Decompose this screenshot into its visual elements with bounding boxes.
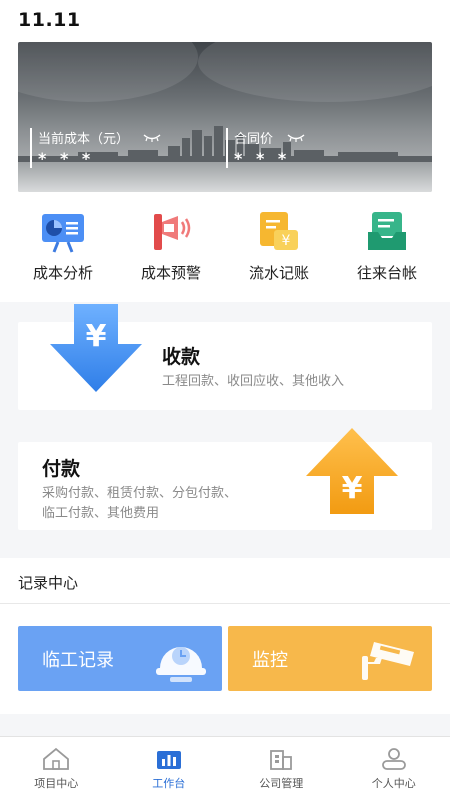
chart-board-icon [42,214,84,253]
yen-symbol: ¥ [86,319,107,354]
shortcut-label: 成本预警 [140,264,201,282]
tab-project-center[interactable]: 项目中心 [0,737,113,800]
shortcut-cost-warning[interactable]: 成本预警 [117,210,225,283]
monitor-tile[interactable]: 监控 [228,626,432,691]
bar-chart-icon [156,751,181,769]
tab-label: 个人中心 [371,777,416,790]
status-bar: 11.11 [0,0,450,40]
shortcut-label: 往来台帐 [356,264,417,282]
shortcut-label: 流水记账 [248,264,309,282]
temp-worker-records-label: 临工记录 [42,649,114,671]
status-time: 11.11 [18,9,81,31]
eye-closed-icon[interactable] [143,133,161,142]
tab-label: 工作台 [152,777,186,790]
current-cost-value: * * * [38,149,95,168]
records-section: 临工记录 监控 [0,604,450,714]
project-banner: 当前成本（元） * * * 合同价 * * * [18,42,432,192]
pay-desc-line2: 临工付款、其他费用 [42,506,160,521]
up-arrow-icon: ¥ [306,428,398,514]
home-icon [43,747,70,770]
receive-title: 收款 [162,346,201,368]
pay-title: 付款 [42,458,81,480]
megaphone-icon [154,214,191,250]
tab-company-management[interactable]: 公司管理 [225,737,338,800]
shortcut-journal[interactable]: ¥ 流水记账 [225,210,333,283]
shortcut-label: 成本分析 [32,264,93,282]
tab-personal-center[interactable]: 个人中心 [338,737,450,800]
pay-card[interactable]: 付款 采购付款、租赁付款、分包付款、 临工付款、其他费用 ¥ [18,428,432,530]
tab-label: 公司管理 [259,777,304,790]
receive-desc: 工程回款、收回应收、其他收入 [162,374,345,389]
building-icon [270,750,293,770]
tab-workbench[interactable]: 工作台 [113,737,226,800]
user-icon [381,748,406,770]
monitor-label: 监控 [252,649,288,671]
pay-desc-line1: 采购付款、租赁付款、分包付款、 [42,486,238,501]
bottom-tab-bar: 项目中心 工作台 公司管理 个人中心 [0,736,450,800]
hard-hat-icon [156,647,206,682]
down-arrow-icon: ¥ [50,304,142,392]
inbox-icon [368,212,406,250]
receive-card[interactable]: ¥ 收款 工程回款、收回应收、其他收入 [18,304,432,410]
current-cost-label: 当前成本（元） [38,132,130,147]
yen-symbol: ¥ [342,471,363,506]
shortcut-cost-analysis[interactable]: 成本分析 [9,210,117,283]
temp-worker-records-tile[interactable]: 临工记录 [18,626,222,691]
cctv-camera-icon [362,642,414,680]
contract-price-label: 合同价 [234,132,274,147]
shortcut-grid: 成本分析 成本预警 ¥ 流水记账 往来台帐 [0,210,450,283]
current-cost-stat: 当前成本（元） * * * [30,128,161,168]
shortcut-ledger[interactable]: 往来台帐 [333,210,441,283]
eye-closed-icon[interactable] [287,133,305,142]
contract-price-value: * * * [234,149,291,168]
records-heading: 记录中心 [0,558,450,604]
tab-label: 项目中心 [34,777,79,790]
yen-document-icon: ¥ [260,212,298,250]
svg-text:¥: ¥ [282,233,291,249]
contract-price-stat: 合同价 * * * [226,128,305,168]
